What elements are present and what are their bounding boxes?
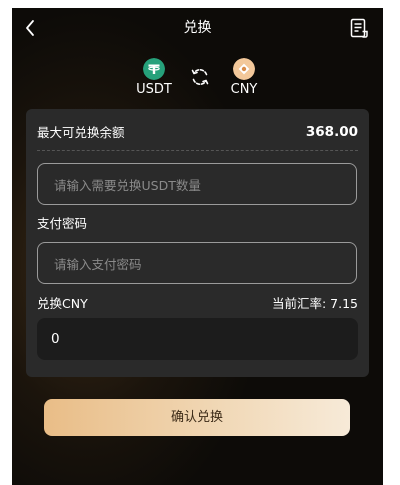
confirm-exchange-button[interactable]: 确认兑换 — [44, 399, 350, 436]
refresh-swap-icon — [191, 69, 209, 85]
password-label: 支付密码 — [37, 216, 88, 231]
exchange-form-card: 最大可兑换余额 368.00 支付密码 兑换CNY 当前汇率: 7.15 0 — [26, 109, 369, 377]
from-currency-label: USDT — [136, 82, 172, 97]
amount-input[interactable] — [52, 164, 346, 206]
tether-icon — [143, 58, 165, 80]
password-input[interactable] — [52, 243, 346, 285]
cny-result-value: 0 — [51, 331, 60, 347]
cny-result-box: 0 — [37, 318, 358, 360]
exchange-screen: 兑换 USDT CNY 最大可兑换余额 368.00 请输入需要兑换USDT数量… — [12, 8, 383, 485]
to-currency-label: CNY — [230, 82, 258, 97]
amount-field[interactable] — [37, 163, 357, 206]
password-field[interactable] — [37, 242, 357, 285]
to-currency[interactable]: CNY — [219, 58, 269, 98]
swap-currency-button[interactable] — [189, 66, 211, 88]
document-list-icon — [350, 18, 368, 38]
from-currency[interactable]: USDT — [129, 58, 179, 98]
balance-value: 368.00 — [305, 124, 358, 140]
exchange-record-button[interactable] — [348, 17, 370, 39]
divider — [37, 150, 358, 151]
currency-pair: USDT CNY — [12, 58, 383, 104]
exchange-rate: 当前汇率: 7.15 — [271, 296, 358, 311]
page-title: 兑换 — [183, 20, 212, 36]
cny-icon — [233, 58, 255, 80]
header-bar: 兑换 — [12, 8, 383, 48]
